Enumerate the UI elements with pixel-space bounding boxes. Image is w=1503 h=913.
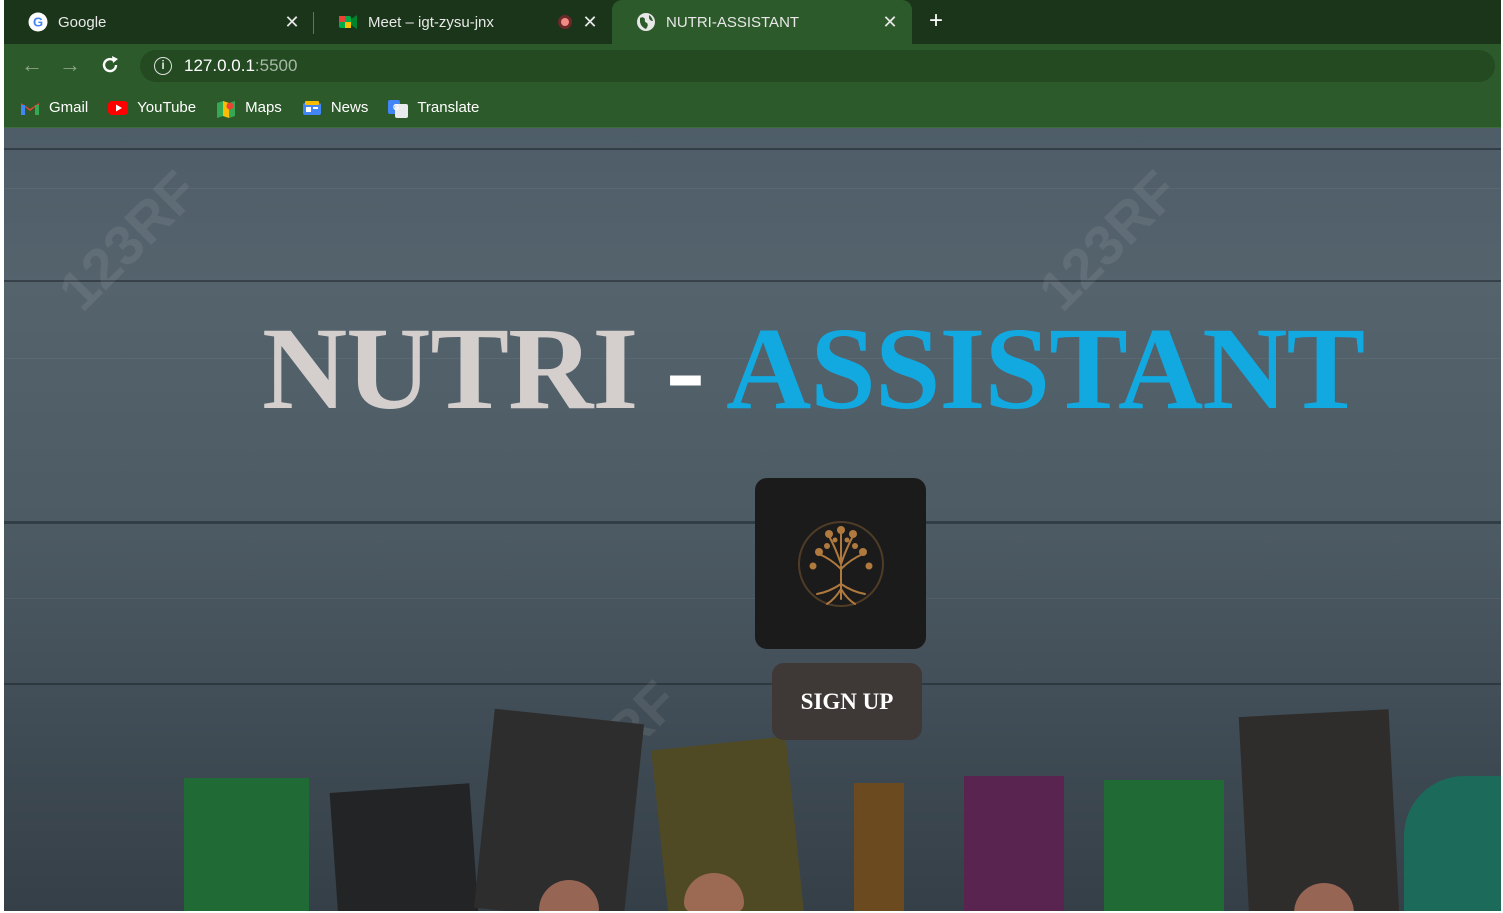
- youtube-icon: [108, 100, 129, 116]
- gmail-icon: [20, 100, 40, 116]
- letter-block: [184, 778, 309, 911]
- page-title: NUTRI - ASSISTANT: [262, 310, 1365, 428]
- logo: [755, 478, 926, 649]
- recording-icon: [558, 15, 572, 29]
- info-icon[interactable]: i: [154, 57, 172, 75]
- watermark: 123RF: [1026, 158, 1190, 323]
- letter-block: [854, 783, 904, 911]
- google-icon: G: [28, 12, 48, 32]
- globe-icon: [636, 12, 656, 32]
- close-icon[interactable]: ✕: [880, 12, 900, 32]
- translate-icon: G: [388, 99, 409, 118]
- signup-button[interactable]: SIGN UP: [772, 663, 922, 740]
- bookmarks-bar: Gmail YouTube Maps News G Translate: [4, 88, 1501, 128]
- letter-block: [1238, 709, 1400, 911]
- wood-plank-line: [4, 521, 1501, 524]
- letter-block: [1404, 776, 1501, 911]
- close-icon[interactable]: ✕: [580, 12, 600, 32]
- letter-block: [1104, 780, 1224, 911]
- letter-block: [329, 783, 479, 911]
- tab-title: Meet – igt-zysu-jnx: [368, 13, 494, 31]
- bookmark-gmail[interactable]: Gmail: [20, 99, 88, 116]
- page-content: 123RF 123RF 123RF NUTRI - ASSISTANT: [4, 128, 1501, 911]
- bookmark-label: YouTube: [137, 99, 197, 116]
- wood-plank-line: [4, 148, 1501, 150]
- tab-title: Google: [58, 13, 107, 31]
- svg-text:G: G: [33, 15, 43, 30]
- address-bar[interactable]: i 127.0.0.1:5500: [140, 50, 1495, 82]
- bookmark-youtube[interactable]: YouTube: [108, 99, 196, 116]
- tab-strip: G Google ✕ Meet – igt-zysu-jnx ✕ NUTRI-A…: [4, 0, 1501, 44]
- maps-icon: [216, 100, 236, 118]
- tab-meet[interactable]: Meet – igt-zysu-jnx ✕: [314, 0, 612, 44]
- url-port: :5500: [254, 56, 298, 75]
- new-tab-button[interactable]: +: [924, 9, 948, 34]
- toolbar: ← → i 127.0.0.1:5500: [4, 44, 1501, 88]
- bookmark-translate[interactable]: G Translate: [388, 99, 480, 118]
- title-part-assistant: ASSISTANT: [726, 303, 1365, 434]
- url-host: 127.0.0.1: [184, 56, 255, 75]
- title-part-nutri: NUTRI: [262, 303, 638, 434]
- close-icon[interactable]: ✕: [282, 12, 302, 32]
- back-arrow-icon[interactable]: ←: [20, 54, 44, 78]
- reload-icon[interactable]: [98, 54, 122, 78]
- svg-text:G: G: [393, 103, 399, 112]
- browser-window: G Google ✕ Meet – igt-zysu-jnx ✕ NUTRI-A…: [4, 0, 1501, 911]
- bookmark-maps[interactable]: Maps: [216, 99, 282, 118]
- wood-grain: [4, 188, 1501, 189]
- url-text: 127.0.0.1:5500: [184, 56, 297, 76]
- letter-block: [964, 776, 1064, 911]
- tree-of-life-icon: [797, 520, 884, 607]
- tab-title: NUTRI-ASSISTANT: [666, 13, 800, 31]
- watermark: 123RF: [46, 158, 210, 323]
- bookmark-news[interactable]: News: [302, 99, 369, 116]
- news-icon: [302, 100, 322, 116]
- wood-grain: [4, 598, 1501, 599]
- bookmark-label: Gmail: [49, 99, 89, 116]
- bookmark-label: News: [330, 99, 369, 116]
- meet-icon: [338, 12, 358, 32]
- wood-plank-line: [4, 683, 1501, 685]
- title-dash: -: [665, 303, 705, 434]
- wood-plank-line: [4, 280, 1501, 282]
- tab-google[interactable]: G Google ✕: [4, 0, 314, 44]
- tab-nutri-assistant[interactable]: NUTRI-ASSISTANT ✕: [612, 0, 912, 44]
- forward-arrow-icon[interactable]: →: [58, 54, 82, 78]
- bookmark-label: Maps: [245, 99, 282, 116]
- bookmark-label: Translate: [417, 99, 480, 116]
